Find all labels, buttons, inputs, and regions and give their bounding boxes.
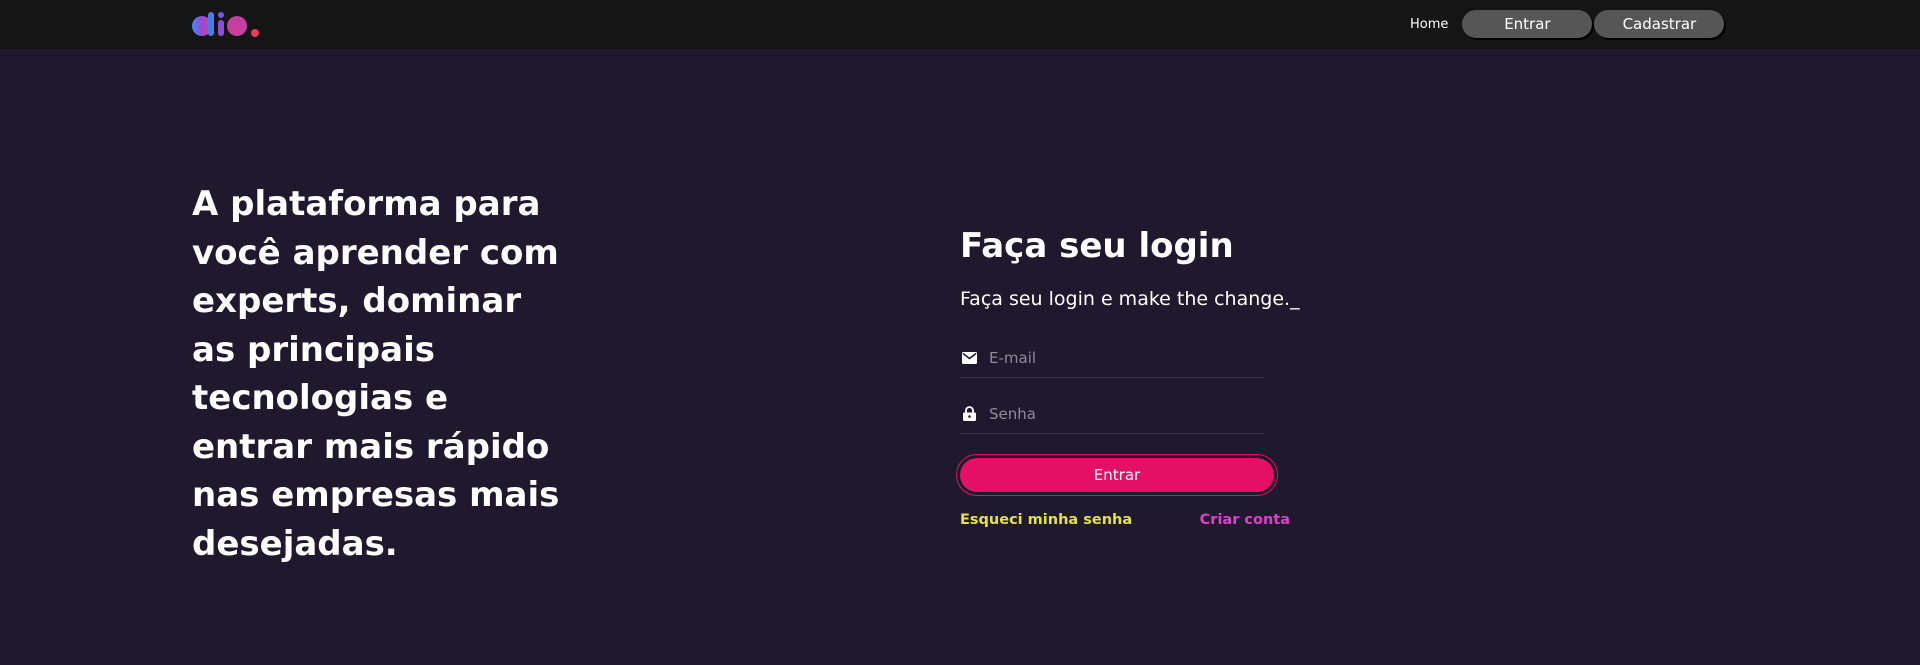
login-form: Faça seu login Faça seu login e make the… bbox=[956, 224, 1300, 528]
nav-menu: Home Entrar Cadastrar bbox=[1410, 10, 1725, 38]
nav-signup-button[interactable]: Cadastrar bbox=[1594, 10, 1725, 38]
mail-icon bbox=[961, 350, 977, 366]
nav-home-link[interactable]: Home bbox=[1410, 17, 1448, 32]
forgot-password-link[interactable]: Esqueci minha senha bbox=[960, 512, 1132, 528]
email-field bbox=[960, 338, 1264, 378]
lock-icon bbox=[961, 406, 977, 422]
email-input[interactable] bbox=[989, 348, 1264, 367]
login-links: Esqueci minha senha Criar conta bbox=[960, 512, 1290, 528]
login-subtitle: Faça seu login e make the change._ bbox=[960, 288, 1300, 310]
dio-logo-icon[interactable] bbox=[191, 10, 263, 38]
password-input[interactable] bbox=[989, 404, 1264, 423]
create-account-link[interactable]: Criar conta bbox=[1200, 512, 1290, 528]
login-submit-button[interactable]: Entrar bbox=[960, 458, 1274, 492]
top-navbar: Home Entrar Cadastrar bbox=[0, 0, 1920, 49]
password-field bbox=[960, 394, 1264, 434]
submit-button-outline: Entrar bbox=[956, 454, 1278, 496]
hero-headline: A plataforma para você aprender com expe… bbox=[192, 184, 560, 564]
login-title: Faça seu login bbox=[960, 226, 1234, 266]
nav-login-button[interactable]: Entrar bbox=[1462, 10, 1593, 38]
